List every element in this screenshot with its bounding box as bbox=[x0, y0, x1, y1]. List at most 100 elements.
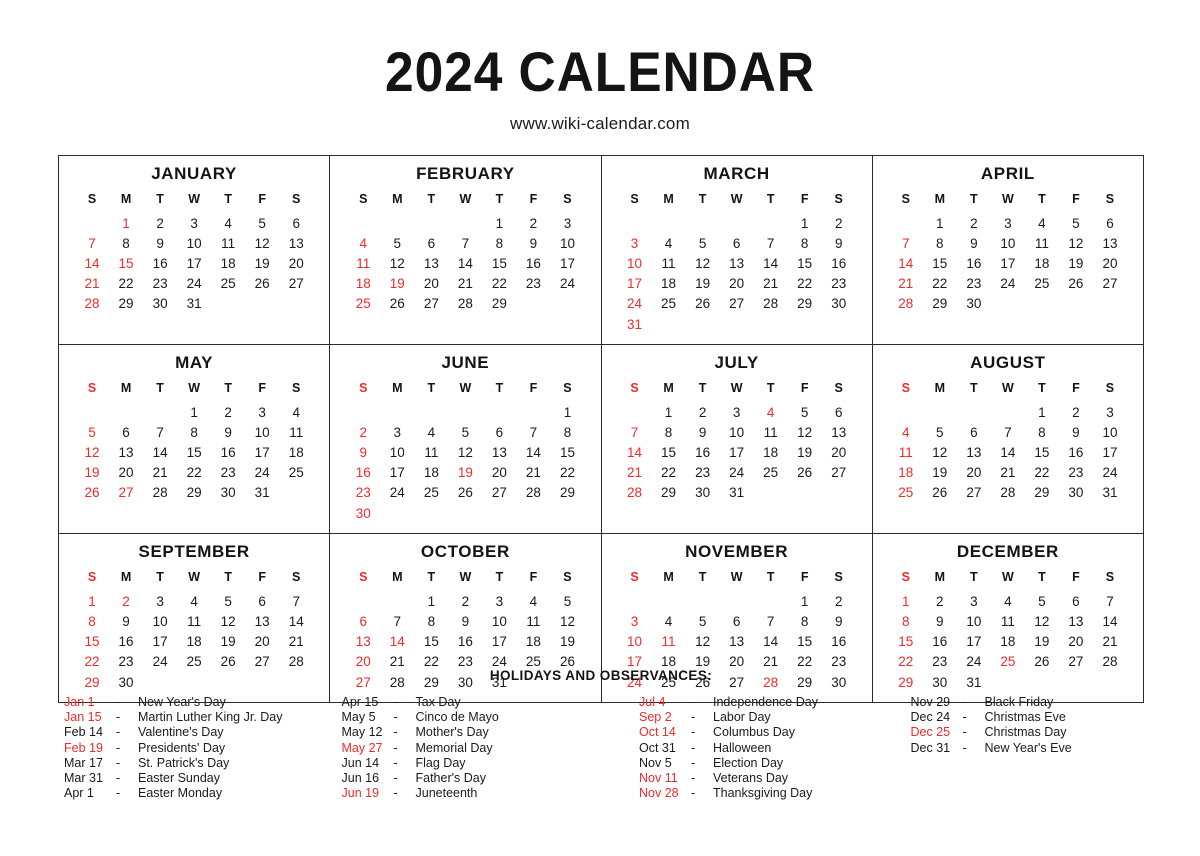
day-cell[interactable]: 1 bbox=[75, 591, 109, 611]
day-cell[interactable]: 21 bbox=[143, 463, 177, 483]
day-cell[interactable]: 3 bbox=[550, 213, 584, 233]
day-cell[interactable]: 25 bbox=[279, 463, 313, 483]
day-cell[interactable]: 23 bbox=[211, 463, 245, 483]
day-cell[interactable]: 22 bbox=[1025, 463, 1059, 483]
day-cell[interactable]: 5 bbox=[686, 611, 720, 631]
day-cell[interactable]: 10 bbox=[957, 611, 991, 631]
day-cell[interactable]: 21 bbox=[1093, 632, 1127, 652]
day-cell[interactable]: 9 bbox=[1059, 422, 1093, 442]
day-cell[interactable]: 17 bbox=[177, 253, 211, 273]
day-cell[interactable]: 18 bbox=[279, 443, 313, 463]
day-cell[interactable]: 5 bbox=[923, 422, 957, 442]
day-cell[interactable]: 3 bbox=[618, 233, 652, 253]
day-cell[interactable]: 31 bbox=[177, 294, 211, 314]
day-cell[interactable]: 26 bbox=[380, 294, 414, 314]
day-cell[interactable]: 17 bbox=[991, 253, 1025, 273]
day-cell[interactable]: 19 bbox=[380, 274, 414, 294]
day-cell[interactable]: 17 bbox=[143, 632, 177, 652]
day-cell[interactable]: 7 bbox=[75, 233, 109, 253]
day-cell[interactable]: 7 bbox=[889, 233, 923, 253]
day-cell[interactable]: 8 bbox=[1025, 422, 1059, 442]
day-cell[interactable]: 9 bbox=[346, 443, 380, 463]
day-cell[interactable]: 16 bbox=[957, 253, 991, 273]
day-cell[interactable]: 21 bbox=[75, 274, 109, 294]
day-cell[interactable]: 19 bbox=[1025, 632, 1059, 652]
day-cell[interactable]: 15 bbox=[414, 632, 448, 652]
day-cell[interactable]: 8 bbox=[109, 233, 143, 253]
day-cell[interactable]: 31 bbox=[618, 314, 652, 334]
day-cell[interactable]: 25 bbox=[1025, 274, 1059, 294]
day-cell[interactable]: 11 bbox=[211, 233, 245, 253]
day-cell[interactable]: 9 bbox=[143, 233, 177, 253]
day-cell[interactable]: 5 bbox=[788, 402, 822, 422]
day-cell[interactable]: 3 bbox=[618, 611, 652, 631]
day-cell[interactable]: 17 bbox=[380, 463, 414, 483]
day-cell[interactable]: 7 bbox=[380, 611, 414, 631]
day-cell[interactable]: 24 bbox=[720, 463, 754, 483]
day-cell[interactable]: 4 bbox=[177, 591, 211, 611]
day-cell[interactable]: 15 bbox=[1025, 443, 1059, 463]
day-cell[interactable]: 5 bbox=[380, 233, 414, 253]
day-cell[interactable]: 1 bbox=[923, 213, 957, 233]
day-cell[interactable]: 12 bbox=[448, 443, 482, 463]
day-cell[interactable]: 11 bbox=[652, 253, 686, 273]
day-cell[interactable]: 29 bbox=[109, 294, 143, 314]
day-cell[interactable]: 10 bbox=[143, 611, 177, 631]
day-cell[interactable]: 4 bbox=[346, 233, 380, 253]
day-cell[interactable]: 19 bbox=[550, 632, 584, 652]
day-cell[interactable]: 1 bbox=[109, 213, 143, 233]
day-cell[interactable]: 4 bbox=[211, 213, 245, 233]
day-cell[interactable]: 7 bbox=[618, 422, 652, 442]
day-cell[interactable]: 23 bbox=[957, 274, 991, 294]
day-cell[interactable]: 2 bbox=[957, 213, 991, 233]
day-cell[interactable]: 22 bbox=[923, 274, 957, 294]
day-cell[interactable]: 8 bbox=[75, 611, 109, 631]
day-cell[interactable]: 16 bbox=[686, 443, 720, 463]
day-cell[interactable]: 26 bbox=[923, 483, 957, 503]
day-cell[interactable]: 13 bbox=[245, 611, 279, 631]
day-cell[interactable]: 5 bbox=[1025, 591, 1059, 611]
day-cell[interactable]: 12 bbox=[245, 233, 279, 253]
day-cell[interactable]: 14 bbox=[889, 253, 923, 273]
day-cell[interactable]: 20 bbox=[482, 463, 516, 483]
day-cell[interactable]: 3 bbox=[177, 213, 211, 233]
day-cell[interactable]: 8 bbox=[550, 422, 584, 442]
day-cell[interactable]: 15 bbox=[788, 253, 822, 273]
day-cell[interactable]: 24 bbox=[245, 463, 279, 483]
day-cell[interactable]: 20 bbox=[1059, 632, 1093, 652]
day-cell[interactable]: 23 bbox=[516, 274, 550, 294]
day-cell[interactable]: 15 bbox=[889, 632, 923, 652]
day-cell[interactable]: 1 bbox=[482, 213, 516, 233]
day-cell[interactable]: 11 bbox=[177, 611, 211, 631]
day-cell[interactable]: 19 bbox=[75, 463, 109, 483]
day-cell[interactable]: 31 bbox=[245, 483, 279, 503]
day-cell[interactable]: 28 bbox=[75, 294, 109, 314]
day-cell[interactable]: 24 bbox=[550, 274, 584, 294]
day-cell[interactable]: 11 bbox=[346, 253, 380, 273]
day-cell[interactable]: 24 bbox=[380, 483, 414, 503]
day-cell[interactable]: 6 bbox=[1093, 213, 1127, 233]
day-cell[interactable]: 17 bbox=[957, 632, 991, 652]
day-cell[interactable]: 18 bbox=[177, 632, 211, 652]
day-cell[interactable]: 29 bbox=[923, 294, 957, 314]
day-cell[interactable]: 2 bbox=[923, 591, 957, 611]
day-cell[interactable]: 10 bbox=[618, 632, 652, 652]
day-cell[interactable]: 9 bbox=[516, 233, 550, 253]
day-cell[interactable]: 7 bbox=[754, 233, 788, 253]
day-cell[interactable]: 11 bbox=[754, 422, 788, 442]
day-cell[interactable]: 17 bbox=[482, 632, 516, 652]
day-cell[interactable]: 25 bbox=[754, 463, 788, 483]
day-cell[interactable]: 10 bbox=[482, 611, 516, 631]
day-cell[interactable]: 22 bbox=[177, 463, 211, 483]
day-cell[interactable]: 19 bbox=[923, 463, 957, 483]
month-may[interactable]: MAY S M T W T F S 1 2 3 4 5 6 7 8 9 10 11 12 13 14 15 16 17 18 19 2… bbox=[59, 345, 331, 534]
day-cell[interactable]: 7 bbox=[448, 233, 482, 253]
day-cell[interactable]: 14 bbox=[75, 253, 109, 273]
day-cell[interactable]: 28 bbox=[754, 294, 788, 314]
day-cell[interactable]: 3 bbox=[957, 591, 991, 611]
day-cell[interactable]: 6 bbox=[109, 422, 143, 442]
day-cell[interactable]: 29 bbox=[788, 294, 822, 314]
day-cell[interactable]: 17 bbox=[720, 443, 754, 463]
day-cell[interactable]: 23 bbox=[686, 463, 720, 483]
day-cell[interactable]: 22 bbox=[652, 463, 686, 483]
